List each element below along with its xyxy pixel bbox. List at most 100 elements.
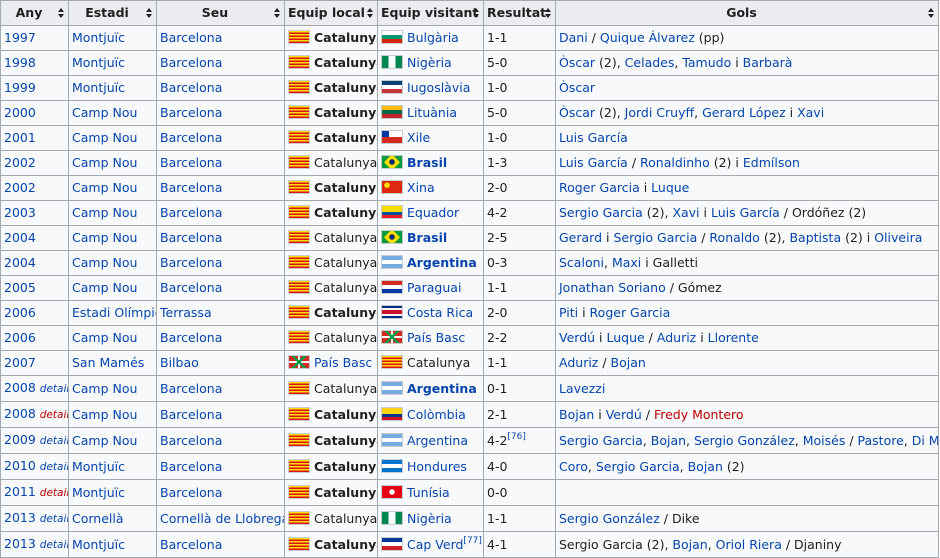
year-link[interactable]: 2002 [4,180,36,195]
details-link[interactable]: details [40,487,68,499]
stadium-link[interactable]: Camp Nou [72,155,137,170]
details-link[interactable]: details [40,435,68,447]
city-link[interactable]: Barcelona [160,55,222,70]
scorer-link[interactable]: Òscar [559,55,595,70]
stadium-link[interactable]: Montjuïc [72,55,125,70]
scorer-link[interactable]: Jonathan Soriano [559,280,666,295]
away-team[interactable]: Brasil [407,155,447,170]
away-team[interactable]: Equador [407,205,459,220]
city-link[interactable]: Barcelona [160,433,222,448]
scorer-link[interactable]: Sergio Garcia [613,230,697,245]
year-link[interactable]: 2006 [4,305,36,320]
scorer-link[interactable]: Luque [651,180,689,195]
scorer-link[interactable]: Xavi [797,105,824,120]
away-team[interactable]: Costa Rica [407,305,473,320]
year-link[interactable]: 2003 [4,205,36,220]
scorer-link[interactable]: Sergio Garcia [559,433,643,448]
year-link[interactable]: 2011 [4,484,36,499]
away-team[interactable]: País Basc [407,330,465,345]
scorer-link-missing[interactable]: Fredy Montero [654,407,744,422]
stadium-link[interactable]: Camp Nou [72,205,137,220]
scorer-link[interactable]: Roger Garcia [559,180,640,195]
city-link[interactable]: Barcelona [160,30,222,45]
details-link[interactable]: details [40,539,68,551]
reference-link[interactable]: [76] [507,432,525,442]
away-team[interactable]: Xina [407,180,435,195]
year-link[interactable]: 2004 [4,255,36,270]
reference-link[interactable]: [77] [463,536,481,546]
header-equip-visitant[interactable]: Equip visitant [377,0,484,26]
away-team[interactable]: Tunísia [407,485,450,500]
stadium-link[interactable]: Cornellà [72,511,124,526]
year-link[interactable]: 2004 [4,230,36,245]
year-link[interactable]: 1998 [4,55,36,70]
year-link[interactable]: 2008 [4,406,36,421]
stadium-link[interactable]: Montjuïc [72,485,125,500]
sort-icon[interactable] [928,8,934,18]
scorer-link[interactable]: Òscar [559,105,595,120]
scorer-link[interactable]: Bojan [559,407,594,422]
scorer-link[interactable]: Luis García [559,130,628,145]
city-link[interactable]: Barcelona [160,180,222,195]
stadium-link[interactable]: Camp Nou [72,180,137,195]
city-link[interactable]: Barcelona [160,330,222,345]
stadium-link[interactable]: San Mamés [72,355,144,370]
sort-icon[interactable] [367,8,373,18]
scorer-link[interactable]: Oriol Riera [716,537,782,552]
city-link[interactable]: Barcelona [160,537,222,552]
details-link[interactable]: details [40,461,68,473]
header-equip-local[interactable]: Equip local [284,0,378,26]
stadium-link[interactable]: Camp Nou [72,407,137,422]
scorer-link[interactable]: Luque [606,330,644,345]
city-link[interactable]: Barcelona [160,280,222,295]
city-link[interactable]: Bilbao [160,355,199,370]
away-team[interactable]: Argentina [407,433,468,448]
scorer-link[interactable]: Sergio González [559,511,660,526]
scorer-link[interactable]: Sergio González [694,433,795,448]
year-link[interactable]: 2013 [4,510,36,525]
header-gols[interactable]: Gols [555,0,939,26]
city-link[interactable]: Barcelona [160,155,222,170]
stadium-link[interactable]: Camp Nou [72,330,137,345]
scorer-link[interactable]: Celades [625,55,675,70]
scorer-link[interactable]: Bojan [651,433,686,448]
stadium-link[interactable]: Montjuïc [72,537,125,552]
scorer-link[interactable]: Llorente [708,330,759,345]
scorer-link[interactable]: Oliveira [874,230,922,245]
scorer-link[interactable]: Di María [912,433,938,448]
scorer-link[interactable]: Scaloni [559,255,604,270]
scorer-link[interactable]: Dani [559,30,588,45]
scorer-link[interactable]: Xavi [672,205,699,220]
details-link[interactable]: details [40,383,68,395]
sort-icon[interactable] [274,8,280,18]
stadium-link[interactable]: Camp Nou [72,105,137,120]
scorer-link[interactable]: Verdú [559,330,595,345]
stadium-link[interactable]: Estadi Olímpic [72,305,156,320]
away-team[interactable]: Paraguai [407,280,461,295]
year-link[interactable]: 2000 [4,105,36,120]
scorer-link[interactable]: Jordi Cruyff [625,105,694,120]
sort-icon[interactable] [545,8,551,18]
stadium-link[interactable]: Camp Nou [72,255,137,270]
scorer-link[interactable]: Edmílson [743,155,800,170]
stadium-link[interactable]: Montjuïc [72,459,125,474]
away-team[interactable]: Nigèria [407,55,452,70]
year-link[interactable]: 2005 [4,280,36,295]
away-team[interactable]: Lituània [407,105,457,120]
home-team[interactable]: País Basc [314,355,372,370]
city-link[interactable]: Barcelona [160,205,222,220]
city-link[interactable]: Barcelona [160,105,222,120]
stadium-link[interactable]: Montjuïc [72,30,125,45]
city-link[interactable]: Barcelona [160,459,222,474]
details-link[interactable]: details [40,513,68,525]
scorer-link[interactable]: Bojan [611,355,646,370]
away-team[interactable]: Colòmbia [407,407,466,422]
year-link[interactable]: 2013 [4,536,36,551]
scorer-link[interactable]: Bojan [688,459,723,474]
city-link[interactable]: Barcelona [160,130,222,145]
away-team[interactable]: Nigèria [407,511,452,526]
away-team[interactable]: Argentina [407,381,477,396]
city-link[interactable]: Barcelona [160,80,222,95]
scorer-link[interactable]: Tamudo [682,55,731,70]
year-link[interactable]: 2010 [4,458,36,473]
